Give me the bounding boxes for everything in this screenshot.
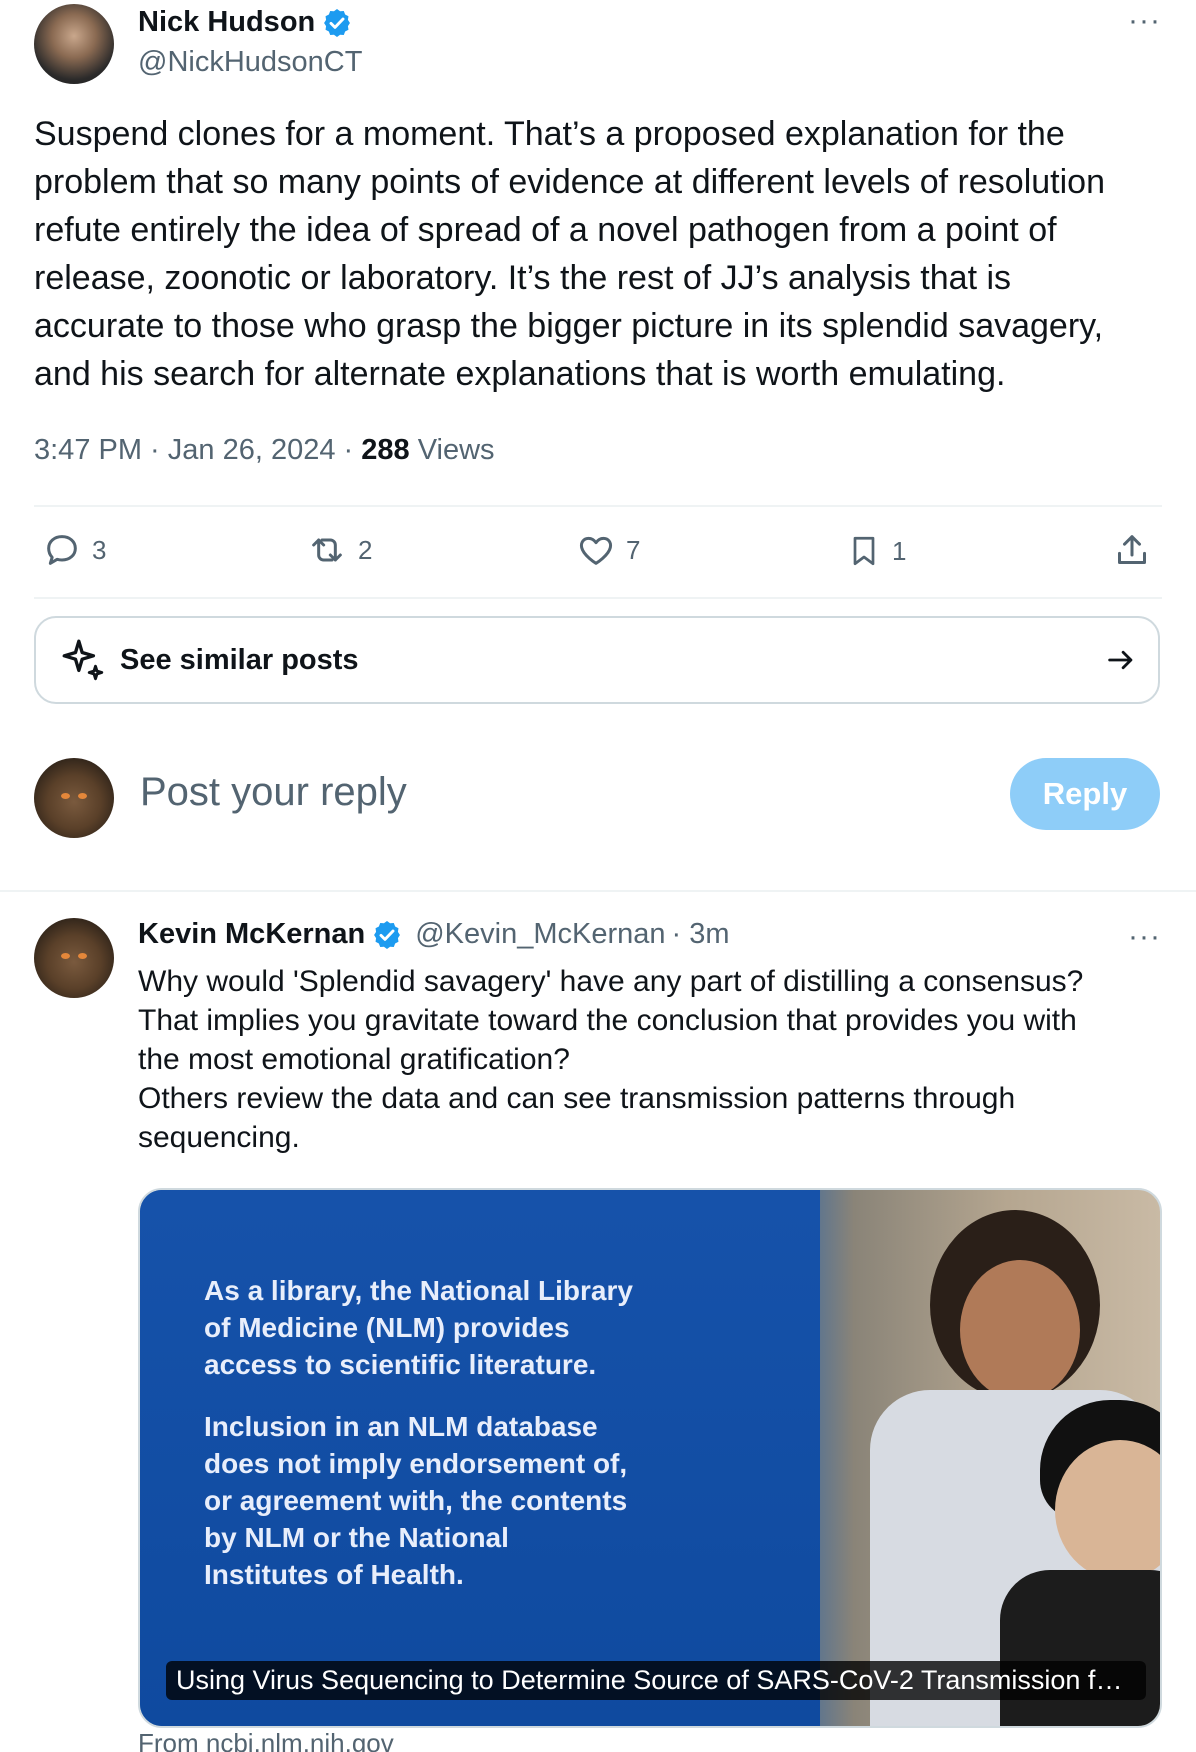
repost-icon <box>312 538 342 562</box>
divider <box>34 597 1162 599</box>
arrow-right-icon <box>1108 650 1133 670</box>
divider <box>0 890 1196 892</box>
reply-count: 3 <box>92 534 107 565</box>
reply-button[interactable]: Reply <box>1010 758 1160 830</box>
card-person-face <box>960 1260 1080 1400</box>
user-avatar[interactable] <box>34 758 114 838</box>
divider <box>34 505 1162 507</box>
author-handle[interactable]: @NickHudsonCT <box>138 46 362 79</box>
author-avatar[interactable] <box>34 4 114 84</box>
card-person2-body <box>1000 1570 1160 1726</box>
card-text-disclaimer: Inclusion in an NLM database does not im… <box>204 1411 628 1590</box>
reply-action[interactable]: 3 <box>42 530 106 570</box>
sparkle-icon <box>62 639 104 681</box>
bookmark-count: 1 <box>892 535 907 566</box>
like-icon <box>579 536 613 565</box>
link-card[interactable]: As a library, the National Library of Me… <box>138 1188 1162 1728</box>
like-action[interactable]: 7 <box>576 530 640 570</box>
verified-badge-icon <box>324 8 351 37</box>
reply-icon <box>47 535 77 565</box>
reply-author-name[interactable]: Kevin McKernan <box>138 918 365 951</box>
tweet-meta: 3:47 PM · Jan 26, 2024 · 288 Views <box>34 434 495 467</box>
tweet-timestamp[interactable]: 3:47 PM · Jan 26, 2024 · <box>34 434 361 466</box>
card-source[interactable]: From ncbi.nlm.nih.gov <box>138 1728 394 1752</box>
reply-timestamp[interactable]: · 3m <box>672 918 730 951</box>
share-action[interactable] <box>1112 530 1152 570</box>
repost-action[interactable]: 2 <box>306 530 372 570</box>
share-icon <box>1118 535 1146 564</box>
card-text-intro: As a library, the National Library of Me… <box>204 1275 633 1380</box>
reply-author-handle[interactable]: @Kevin_McKernan <box>415 918 665 951</box>
views-label: Views <box>409 434 495 466</box>
like-count: 7 <box>626 534 641 565</box>
reply-text: Why would 'Splendid savagery' have any p… <box>138 965 1084 1154</box>
views-count: 288 <box>361 434 410 466</box>
reply-input[interactable]: Post your reply <box>140 770 407 815</box>
more-icon[interactable]: ··· <box>1128 4 1161 38</box>
tweet-text: Suspend clones for a moment. That’s a pr… <box>34 115 1105 393</box>
author-name[interactable]: Nick Hudson <box>138 6 315 39</box>
reply-author-avatar[interactable] <box>34 918 114 998</box>
verified-badge-icon <box>374 920 401 949</box>
see-similar-posts-label: See similar posts <box>120 643 359 676</box>
bookmark-action[interactable]: 1 <box>846 530 906 572</box>
more-icon[interactable]: ··· <box>1128 920 1161 954</box>
bookmark-icon <box>853 536 875 566</box>
repost-count: 2 <box>358 534 373 565</box>
see-similar-posts-button[interactable]: See similar posts <box>34 616 1160 704</box>
card-caption[interactable]: Using Virus Sequencing to Determine Sour… <box>166 1661 1146 1700</box>
